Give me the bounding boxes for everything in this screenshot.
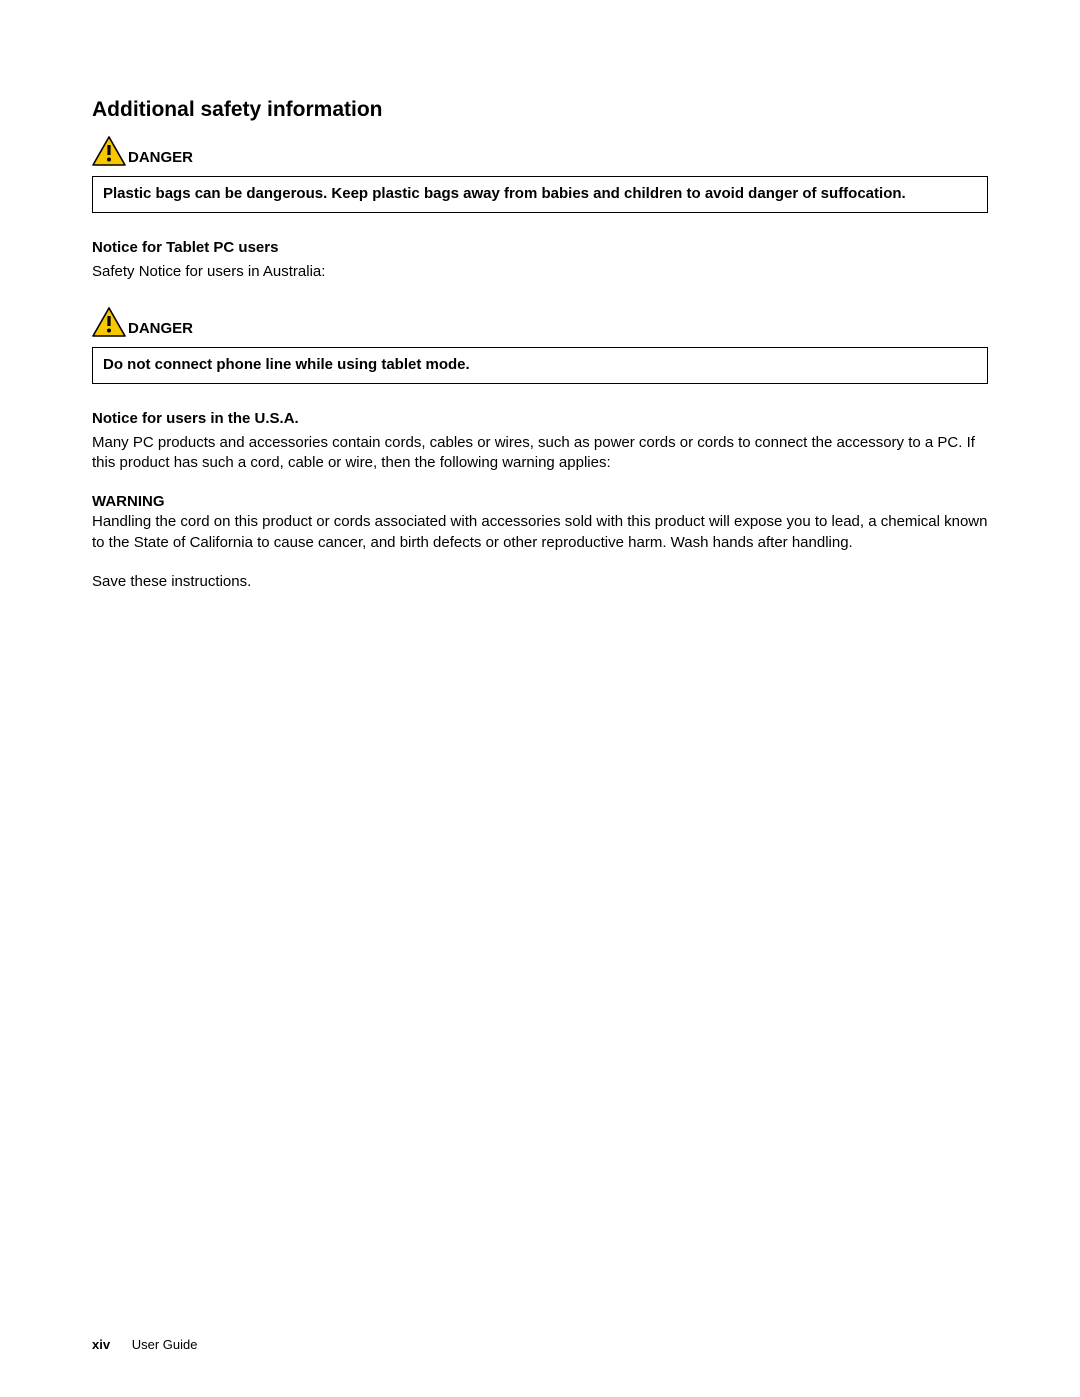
tablet-notice-heading: Notice for Tablet PC users: [92, 239, 988, 256]
warning-triangle-icon: [92, 136, 126, 166]
page-footer: xiv User Guide: [92, 1337, 197, 1352]
danger-header-1: DANGER: [92, 136, 988, 166]
usa-notice-body: Many PC products and accessories contain…: [92, 433, 988, 474]
warning-body: Handling the cord on this product or cor…: [92, 512, 988, 553]
danger-label-2: DANGER: [128, 321, 193, 337]
warning-triangle-icon: [92, 307, 126, 337]
warning-heading: WARNING: [92, 493, 988, 510]
tablet-notice-body: Safety Notice for users in Australia:: [92, 262, 988, 282]
danger-header-2: DANGER: [92, 307, 988, 337]
section-title: Additional safety information: [92, 98, 988, 122]
usa-notice-heading: Notice for users in the U.S.A.: [92, 410, 988, 427]
danger-label-1: DANGER: [128, 150, 193, 166]
page-content: Additional safety information DANGER Pla…: [92, 98, 988, 590]
save-instructions: Save these instructions.: [92, 573, 988, 590]
danger-box-1: Plastic bags can be dangerous. Keep plas…: [92, 176, 988, 213]
page-number: xiv: [92, 1337, 110, 1352]
danger-box-2: Do not connect phone line while using ta…: [92, 347, 988, 384]
document-title: User Guide: [132, 1337, 198, 1352]
